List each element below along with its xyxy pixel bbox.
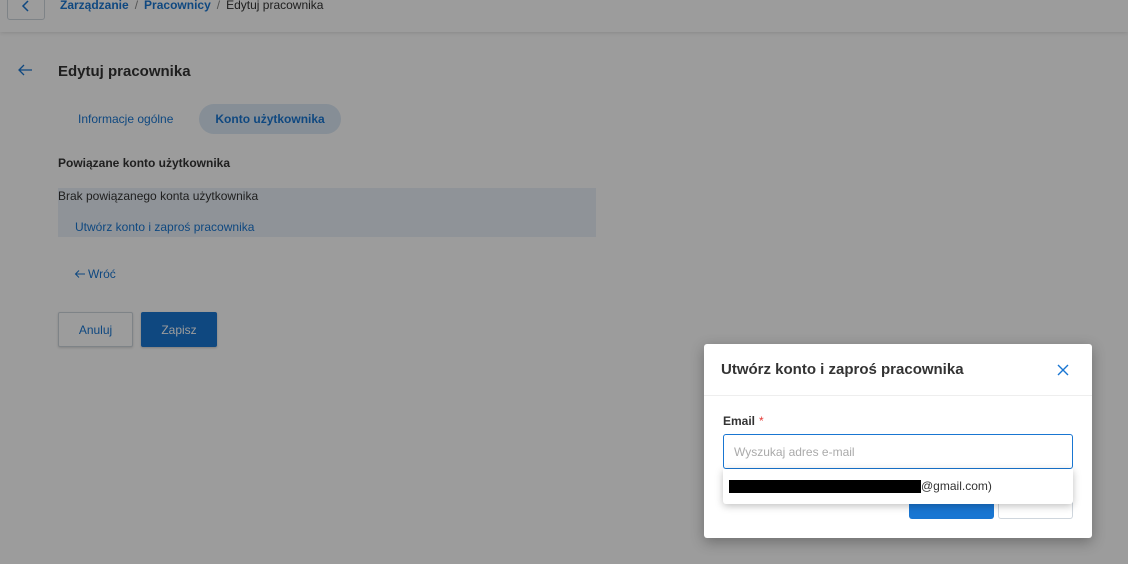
email-label-text: Email bbox=[723, 414, 756, 428]
close-icon bbox=[1057, 364, 1069, 376]
email-label: Email * bbox=[723, 414, 764, 428]
redacted-text bbox=[729, 479, 921, 493]
required-mark: * bbox=[759, 414, 764, 428]
create-account-dialog: Utwórz konto i zaproś pracownika Email * … bbox=[704, 344, 1092, 538]
email-suggestion-item[interactable]: @gmail.com) bbox=[729, 479, 992, 493]
dialog-divider bbox=[704, 395, 1092, 396]
email-suggestion-suffix: @gmail.com) bbox=[921, 479, 992, 493]
dialog-title: Utwórz konto i zaproś pracownika bbox=[721, 361, 964, 378]
email-search-input[interactable] bbox=[723, 434, 1073, 469]
dialog-close-button[interactable] bbox=[1054, 361, 1072, 379]
email-suggestions-dropdown: @gmail.com) bbox=[723, 469, 1073, 504]
